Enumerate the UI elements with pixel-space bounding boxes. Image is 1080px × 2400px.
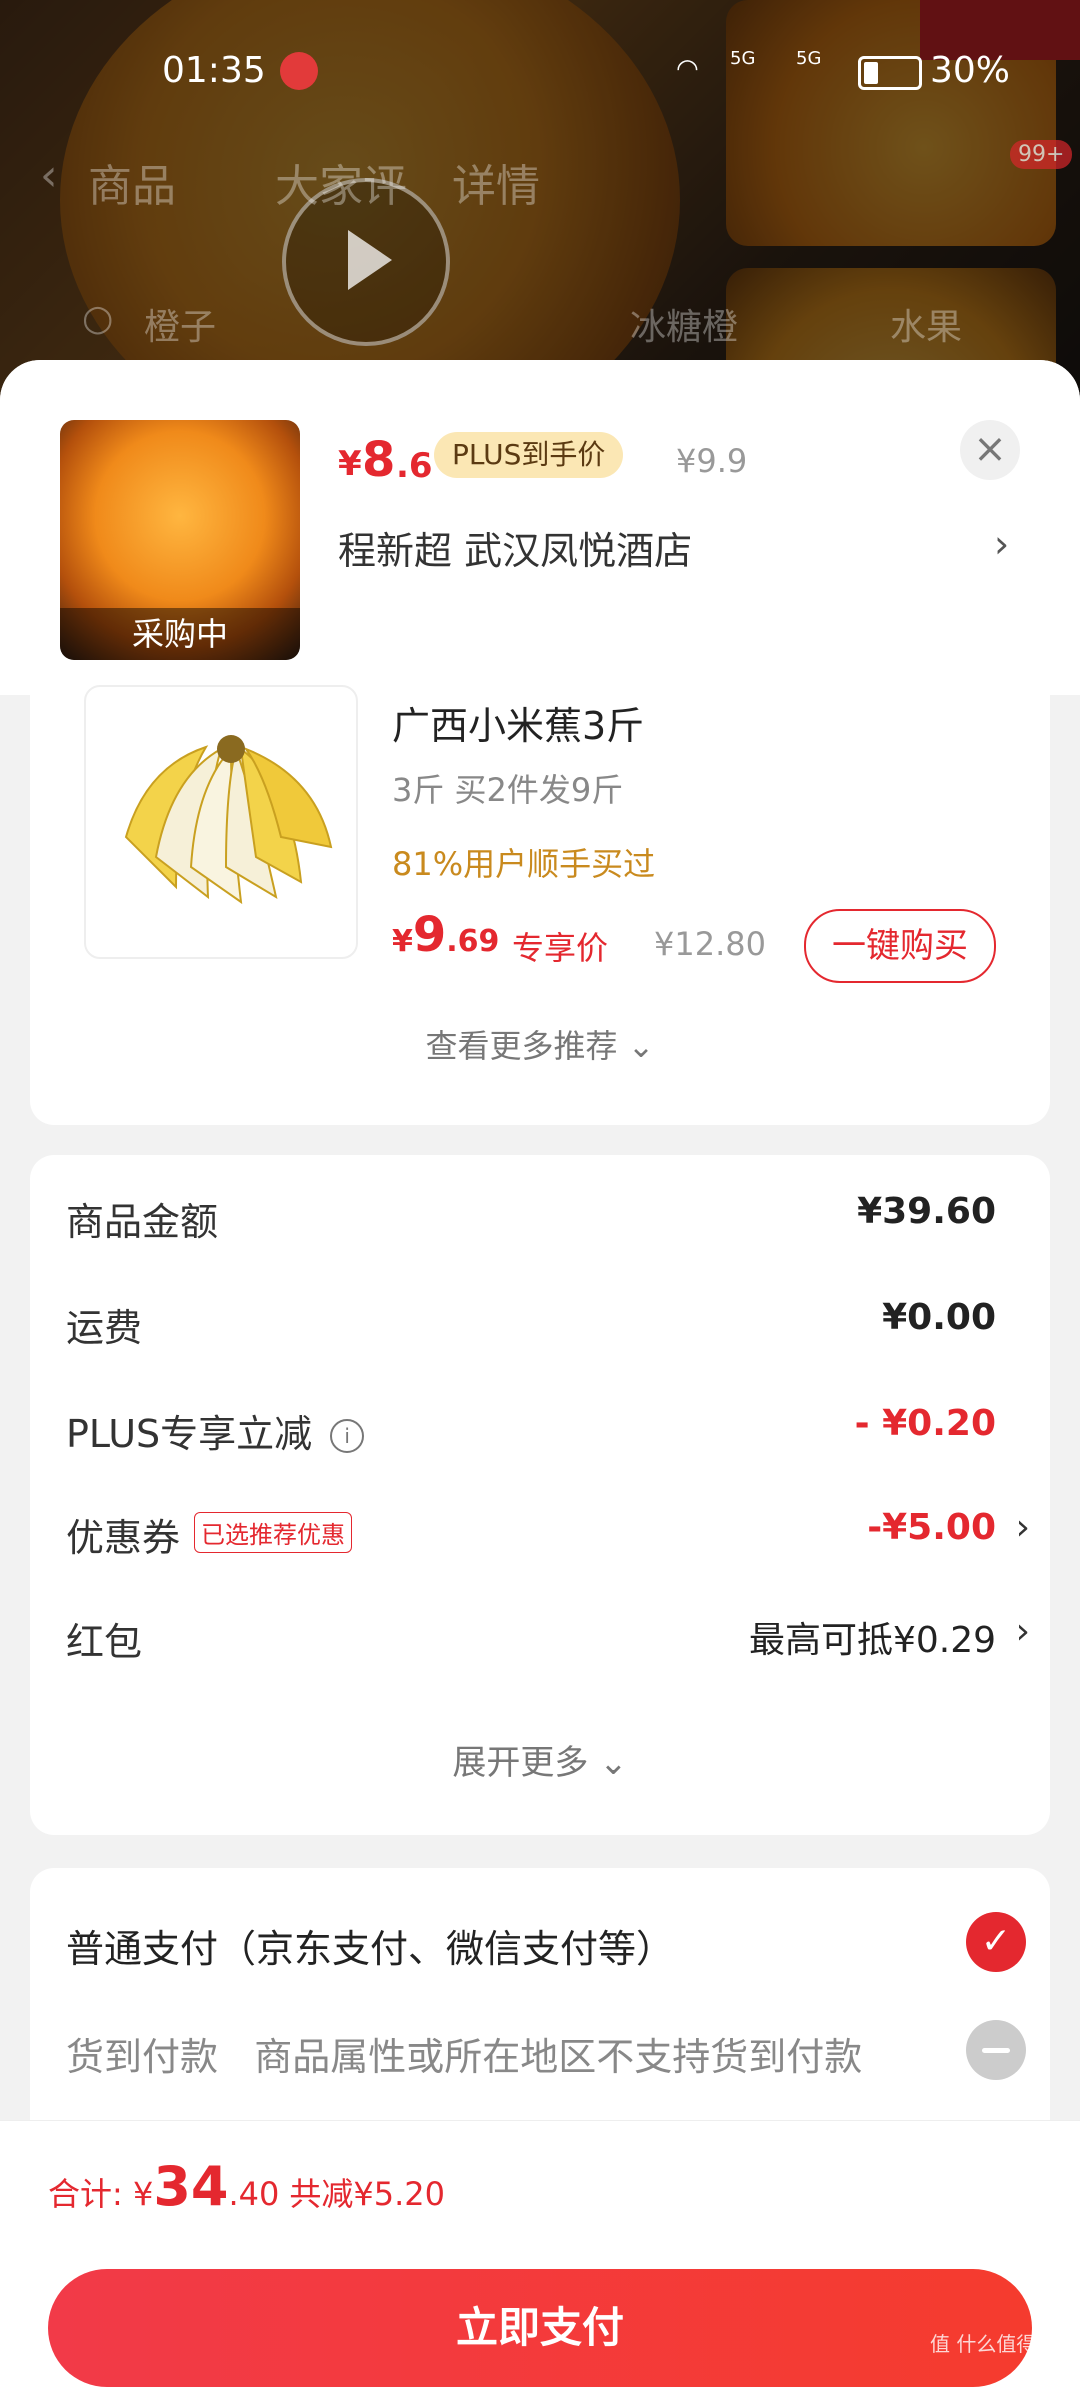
tag-item: 冰糖橙 [630,307,739,348]
close-button[interactable]: × [960,420,1020,480]
payment-option-cod: 货到付款 商品属性或所在地区不支持货到付款 [66,2016,1026,2086]
tag-item: 水果 [890,307,963,348]
info-icon[interactable]: i [330,1419,365,1453]
recommendation-card: 广西小米蕉3斤 3斤 买2件发9斤 81%用户顺手买过 ¥9.69 专享价 ¥1… [30,685,1050,1125]
row-value: -¥5.00 [867,1507,996,1548]
row-label-text: 优惠券 [66,1516,181,1560]
total-decimal: .40 [228,2175,280,2213]
chevron-right-icon[interactable]: › [1016,1611,1030,1652]
row-value: 最高可抵¥0.29 [748,1620,996,1661]
total-currency: ¥ [132,2175,154,2213]
total-integer: 34 [153,2155,229,2218]
wifi-icon: ◠ [676,54,699,84]
banana-illustration [124,735,333,905]
order-summary-card: 商品金额 ¥39.60 运费 ¥0.00 PLUS专享立减 i - ¥0.20 优… [30,1155,1050,1835]
total-saved: 共减¥5.20 [289,2175,445,2213]
purchasing-tag: 采购中 [60,608,300,660]
pay-now-button[interactable]: 立即支付 [48,2269,1032,2387]
clock: 01:35 [162,50,266,91]
reco-popularity: 81%用户顺手买过 [392,845,656,883]
summary-row-redpacket[interactable]: 红包 最高可抵¥0.29 › [66,1611,1030,1671]
row-label: 商品金额 [66,1200,219,1244]
price-decimal: .69 [446,924,500,959]
original-price: ¥9.9 [676,442,748,480]
order-total: 合计: ¥34.40 共减¥5.20 [48,2155,445,2218]
tab-reviews: 大家评 [275,161,407,212]
row-label-text: PLUS专享立减 [66,1412,313,1456]
back-icon: ‹ [40,150,58,201]
checkout-bar: 合计: ¥34.40 共减¥5.20 立即支付 [0,2120,1080,2400]
summary-row-goods: 商品金额 ¥39.60 [66,1191,1026,1251]
search-hint: 橙子 [144,307,217,348]
summary-row-plus: PLUS专享立减 i - ¥0.20 [66,1403,1026,1463]
exclusive-label: 专享价 [512,929,609,967]
row-label: PLUS专享立减 i [66,1403,365,1458]
chevron-right-icon[interactable]: › [1016,1507,1030,1548]
tab-details: 详情 [452,161,540,212]
address[interactable]: 程新超 武汉凤悦酒店 [338,520,692,575]
price-decimal: .6 [396,446,433,486]
signal-icon: 5G [796,48,822,69]
summary-row-shipping: 运费 ¥0.00 [66,1297,1026,1357]
checkmark-icon[interactable]: ✓ [966,1912,1026,1972]
price-currency: ¥ [338,444,362,484]
reco-spec: 3斤 买2件发9斤 [392,771,624,809]
price-currency: ¥ [392,924,413,959]
reco-price: ¥9.69 [392,907,499,963]
checkout-sheet: 采购中 ¥ 8 .6 PLUS到手价 ¥9.9 × 程新超 武汉凤悦酒店 › 广… [0,360,1080,2400]
reco-title[interactable]: 广西小米蕉3斤 [392,695,644,750]
row-value: ¥39.60 [857,1191,996,1232]
search-icon: ○ [82,298,114,339]
row-value: - ¥0.20 [854,1403,996,1444]
price-integer: 9 [412,907,447,963]
sheet-header: 采购中 ¥ 8 .6 PLUS到手价 ¥9.9 × 程新超 武汉凤悦酒店 › [0,360,1080,695]
app-notification-icon [280,52,318,90]
row-label: 红包 [66,1620,143,1664]
close-icon: × [973,426,1007,472]
expand-more-link[interactable]: 展开更多 ⌄ [30,1735,1050,1784]
status-bar: 01:35 ◠ 5G 5G 30% [0,40,1080,100]
banana-product-image[interactable] [84,685,358,959]
tab-product: 商品 [88,161,176,212]
battery-level: 30% [930,50,1011,91]
plus-price-badge: PLUS到手价 [434,432,624,478]
reco-original-price: ¥12.80 [654,925,766,963]
cod-note: 商品属性或所在地区不支持货到付款 [254,2035,863,2079]
row-value: ¥0.00 [882,1297,996,1338]
one-click-buy-button[interactable]: 一键购买 [804,909,996,983]
cart-count-badge: 99+ [1010,140,1073,169]
background-product-page: ‹ 商品 大家评 详情 99+ ○ 橙子 冰糖橙 水果 01:35 ◠ 5G 5… [0,0,1080,400]
price-integer: 8 [362,432,396,488]
signal-icon: 5G [730,48,756,69]
payment-label: 货到付款 商品属性或所在地区不支持货到付款 [66,2026,862,2081]
total-label: 合计: [48,2175,133,2213]
watermark: 值 什么值得买 [930,2332,1057,2356]
payment-label: 普通支付（京东支付、微信支付等） [66,1927,675,1971]
battery-icon [858,56,922,90]
row-label: 优惠券 已选推荐优惠 [66,1507,353,1562]
disabled-icon [966,2020,1026,2080]
coupon-selected-tag: 已选推荐优惠 [194,1512,353,1553]
payment-option-normal[interactable]: 普通支付（京东支付、微信支付等） ✓ [66,1908,1026,1978]
cod-label: 货到付款 [66,2035,219,2079]
row-label: 运费 [66,1306,143,1350]
more-recommendations-link[interactable]: 查看更多推荐 ⌄ [30,1021,1050,1067]
chevron-right-icon[interactable]: › [994,522,1009,566]
product-image: 采购中 [60,420,300,660]
summary-row-coupon[interactable]: 优惠券 已选推荐优惠 -¥5.00 › [66,1507,1030,1567]
